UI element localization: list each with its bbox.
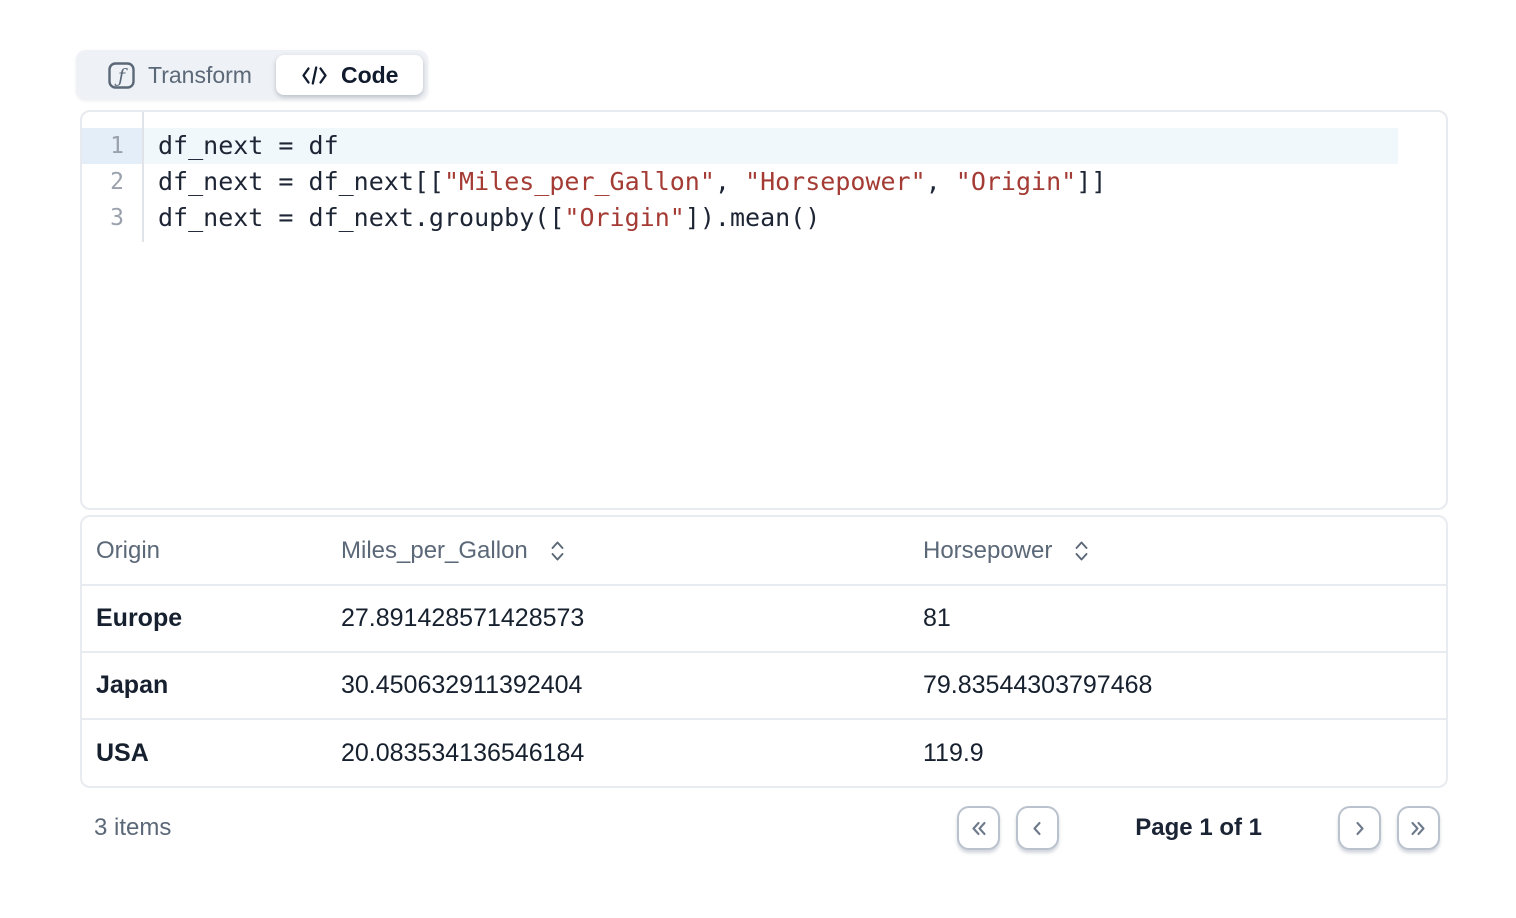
column-label: Miles_per_Gallon <box>341 537 528 565</box>
cell-value: 119.9 <box>909 719 1446 786</box>
code-token-string: "Horsepower" <box>745 167 926 196</box>
view-toggle: ƒ Transform Code <box>76 50 428 100</box>
cell-value: 20.083534136546184 <box>327 719 909 786</box>
function-icon: ƒ <box>108 62 135 89</box>
table-row: USA20.083534136546184119.9 <box>82 719 1446 786</box>
code-token-string: "Origin" <box>564 203 684 232</box>
table-footer: 3 items Page 1 of 1 <box>80 788 1448 868</box>
sort-icon[interactable] <box>550 538 565 564</box>
first-page-button[interactable] <box>957 806 1000 850</box>
prev-page-button[interactable] <box>1016 806 1059 850</box>
code-line[interactable]: df_next = df_next[["Miles_per_Gallon", "… <box>144 164 1398 200</box>
pagination: Page 1 of 1 <box>957 806 1448 850</box>
code-token-plain: df_next = df_next[[ <box>158 167 444 196</box>
cell-value: 79.83544303797468 <box>909 652 1446 719</box>
code-icon <box>301 64 328 87</box>
code-editor[interactable]: 123 df_next = df df_next = df_next[["Mile… <box>80 110 1448 510</box>
svg-text:ƒ: ƒ <box>114 65 128 87</box>
page-indicator: Page 1 of 1 <box>1135 814 1262 842</box>
code-line[interactable]: df_next = df <box>144 128 1398 164</box>
double-chevron-right-icon <box>1407 818 1430 839</box>
chevron-right-icon <box>1349 818 1370 839</box>
code-token-plain: df_next = df_next.groupby([ <box>158 203 564 232</box>
cell-origin: Europe <box>82 585 327 652</box>
tab-transform-label: Transform <box>148 62 252 89</box>
last-page-button[interactable] <box>1397 806 1440 850</box>
double-chevron-left-icon <box>967 818 990 839</box>
column-header-miles-per-gallon[interactable]: Miles_per_Gallon <box>327 517 909 585</box>
sort-icon[interactable] <box>1074 538 1089 564</box>
table-body: Europe27.89142857142857381Japan30.450632… <box>82 585 1446 786</box>
result-table-card: Origin Miles_per_Gallon Horsepower <box>80 515 1448 788</box>
cell-value: 81 <box>909 585 1446 652</box>
tab-code[interactable]: Code <box>276 55 424 95</box>
code-token-string: "Miles_per_Gallon" <box>444 167 715 196</box>
code-token-plain: , <box>926 167 956 196</box>
column-header-origin: Origin <box>82 517 327 585</box>
tab-transform[interactable]: ƒ Transform <box>81 55 276 95</box>
cell-origin: Japan <box>82 652 327 719</box>
table-header-row: Origin Miles_per_Gallon Horsepower <box>82 517 1446 585</box>
cell-origin: USA <box>82 719 327 786</box>
column-header-horsepower[interactable]: Horsepower <box>909 517 1446 585</box>
items-count: 3 items <box>80 814 171 842</box>
column-label: Horsepower <box>923 537 1052 565</box>
line-number: 1 <box>82 128 142 164</box>
column-label: Origin <box>96 537 160 565</box>
code-token-plain: , <box>715 167 745 196</box>
code-token-plain: ]] <box>1076 167 1106 196</box>
chevron-left-icon <box>1027 818 1048 839</box>
code-token-string: "Origin" <box>956 167 1076 196</box>
line-number-gutter: 123 <box>82 112 144 242</box>
cell-value: 27.891428571428573 <box>327 585 909 652</box>
code-line[interactable]: df_next = df_next.groupby(["Origin"]).me… <box>144 200 1398 236</box>
code-token-plain: ]).mean() <box>685 203 820 232</box>
cell-value: 30.450632911392404 <box>327 652 909 719</box>
result-table: Origin Miles_per_Gallon Horsepower <box>82 517 1446 786</box>
table-row: Europe27.89142857142857381 <box>82 585 1446 652</box>
next-page-button[interactable] <box>1338 806 1381 850</box>
code-lines[interactable]: df_next = df df_next = df_next[["Miles_pe… <box>144 112 1398 242</box>
code-token-plain: df_next = df <box>158 131 339 160</box>
table-row: Japan30.45063291139240479.83544303797468 <box>82 652 1446 719</box>
line-number: 3 <box>82 200 142 236</box>
line-number: 2 <box>82 164 142 200</box>
tab-code-label: Code <box>341 62 399 89</box>
